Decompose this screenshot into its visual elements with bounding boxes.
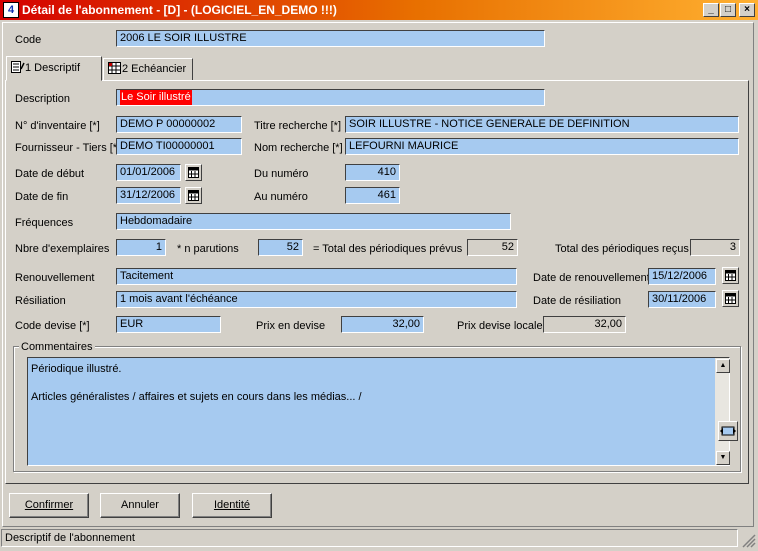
scroll-down-arrow-icon[interactable]: ▼ — [716, 451, 730, 465]
app-icon[interactable]: 4 — [3, 2, 19, 18]
nom-recherche-label: Nom recherche [*] — [254, 142, 343, 154]
n-parutions-label: * n parutions — [177, 243, 239, 255]
total-recus-label: Total des périodiques reçus — [555, 243, 689, 255]
commentaires-line: Périodique illustré. — [31, 363, 122, 375]
nbre-exemplaires-field[interactable]: 1 — [116, 239, 166, 256]
commentaires-field[interactable]: Périodique illustré. Articles généralist… — [27, 357, 730, 466]
date-renouvellement-calendar-button[interactable] — [722, 267, 739, 284]
calendar-icon — [188, 167, 199, 178]
commentaires-scrollbar[interactable] — [715, 358, 729, 465]
code-devise-label: Code devise [*] — [15, 320, 90, 332]
fournisseur-label: Fournisseur - Tiers [*] — [15, 142, 121, 154]
date-resiliation-field[interactable]: 30/11/2006 — [648, 291, 716, 308]
description-field[interactable]: Le Soir illustré — [116, 89, 545, 106]
date-renouvellement-label: Date de renouvellement — [533, 272, 650, 284]
resiliation-label: Résiliation — [15, 295, 66, 307]
nbre-exemplaires-label: Nbre d'exemplaires — [15, 243, 110, 255]
fournisseur-field[interactable]: DEMO TI00000001 — [116, 138, 242, 155]
identite-button-label: Identité — [213, 499, 251, 511]
date-renouvellement-field[interactable]: 15/12/2006 — [648, 268, 716, 285]
date-resiliation-label: Date de résiliation — [533, 295, 622, 307]
frequences-label: Fréquences — [15, 217, 74, 229]
close-button[interactable]: × — [739, 3, 755, 17]
tab-descriptif-label: 1 Descriptif — [25, 62, 81, 74]
confirmer-button-label: Confirmer — [24, 499, 74, 511]
total-recus-field: 3 — [690, 239, 740, 256]
tab-echeancier-label: 2 Echéancier — [122, 63, 187, 75]
date-debut-calendar-button[interactable] — [185, 164, 202, 181]
code-devise-field[interactable]: EUR — [116, 316, 221, 333]
date-debut-label: Date de début — [15, 168, 85, 180]
description-label: Description — [15, 93, 71, 105]
resiliation-field[interactable]: 1 mois avant l'échéance — [116, 291, 517, 308]
status-text: Descriptif de l'abonnement — [1, 529, 738, 547]
identite-button[interactable]: Identité — [192, 493, 272, 518]
renouvellement-label: Renouvellement — [15, 272, 95, 284]
total-prevus-label: = Total des périodiques prévus — [313, 243, 463, 255]
renouvellement-field[interactable]: Tacitement — [116, 268, 517, 285]
description-value: Le Soir illustré — [120, 90, 192, 105]
calendar-icon — [725, 293, 736, 304]
frequences-field[interactable]: Hebdomadaire — [116, 213, 511, 230]
calendar-icon — [725, 270, 736, 281]
window-title: Détail de l'abonnement - [D] - (LOGICIEL… — [22, 3, 337, 17]
total-prevus-field: 52 — [467, 239, 518, 256]
inventaire-label: N° d'inventaire [*] — [15, 120, 100, 132]
du-numero-label: Du numéro — [254, 168, 309, 180]
maximize-button[interactable]: □ — [720, 3, 736, 17]
confirmer-button[interactable]: Confirmer — [9, 493, 89, 518]
n-parutions-field[interactable]: 52 — [258, 239, 303, 256]
date-fin-calendar-button[interactable] — [185, 187, 202, 204]
expand-icon — [720, 426, 736, 436]
au-numero-label: Au numéro — [254, 191, 308, 203]
minimize-button[interactable]: _ — [703, 3, 719, 17]
calendar-icon — [188, 190, 199, 201]
prix-devise-label: Prix en devise — [256, 320, 326, 332]
prix-devise-locale-label: Prix devise locale — [457, 320, 543, 332]
tab-descriptif[interactable]: 1 Descriptif — [6, 56, 102, 81]
inventaire-field[interactable]: DEMO P 00000002 — [116, 116, 242, 133]
commentaires-line: Articles généralistes / affaires et suje… — [31, 391, 362, 403]
code-field[interactable]: 2006 LE SOIR ILLUSTRE — [116, 30, 545, 47]
commentaires-label: Commentaires — [19, 340, 95, 354]
du-numero-field[interactable]: 410 — [345, 164, 400, 181]
nom-recherche-field[interactable]: LEFOURNI MAURICE — [345, 138, 739, 155]
expand-memo-button[interactable] — [718, 421, 738, 441]
tab-echeancier[interactable]: 2 Echéancier — [103, 58, 193, 80]
resize-grip-icon[interactable] — [740, 532, 756, 548]
au-numero-field[interactable]: 461 — [345, 187, 400, 204]
commentaires-line — [31, 376, 726, 390]
annuler-button[interactable]: Annuler — [100, 493, 180, 518]
scroll-up-arrow-icon[interactable]: ▲ — [716, 359, 730, 373]
code-label: Code — [15, 34, 42, 46]
date-debut-field[interactable]: 01/01/2006 — [116, 164, 181, 181]
prix-devise-locale-field: 32,00 — [543, 316, 626, 333]
descriptif-icon — [11, 61, 25, 73]
date-fin-field[interactable]: 31/12/2006 — [116, 187, 181, 204]
echeancier-icon — [108, 62, 121, 74]
titre-recherche-field[interactable]: SOIR ILLUSTRE - NOTICE GENERALE DE DEFIN… — [345, 116, 739, 133]
titre-recherche-label: Titre recherche [*] — [254, 120, 342, 132]
date-fin-label: Date de fin — [15, 191, 69, 203]
prix-devise-field[interactable]: 32,00 — [341, 316, 424, 333]
date-resiliation-calendar-button[interactable] — [722, 290, 739, 307]
